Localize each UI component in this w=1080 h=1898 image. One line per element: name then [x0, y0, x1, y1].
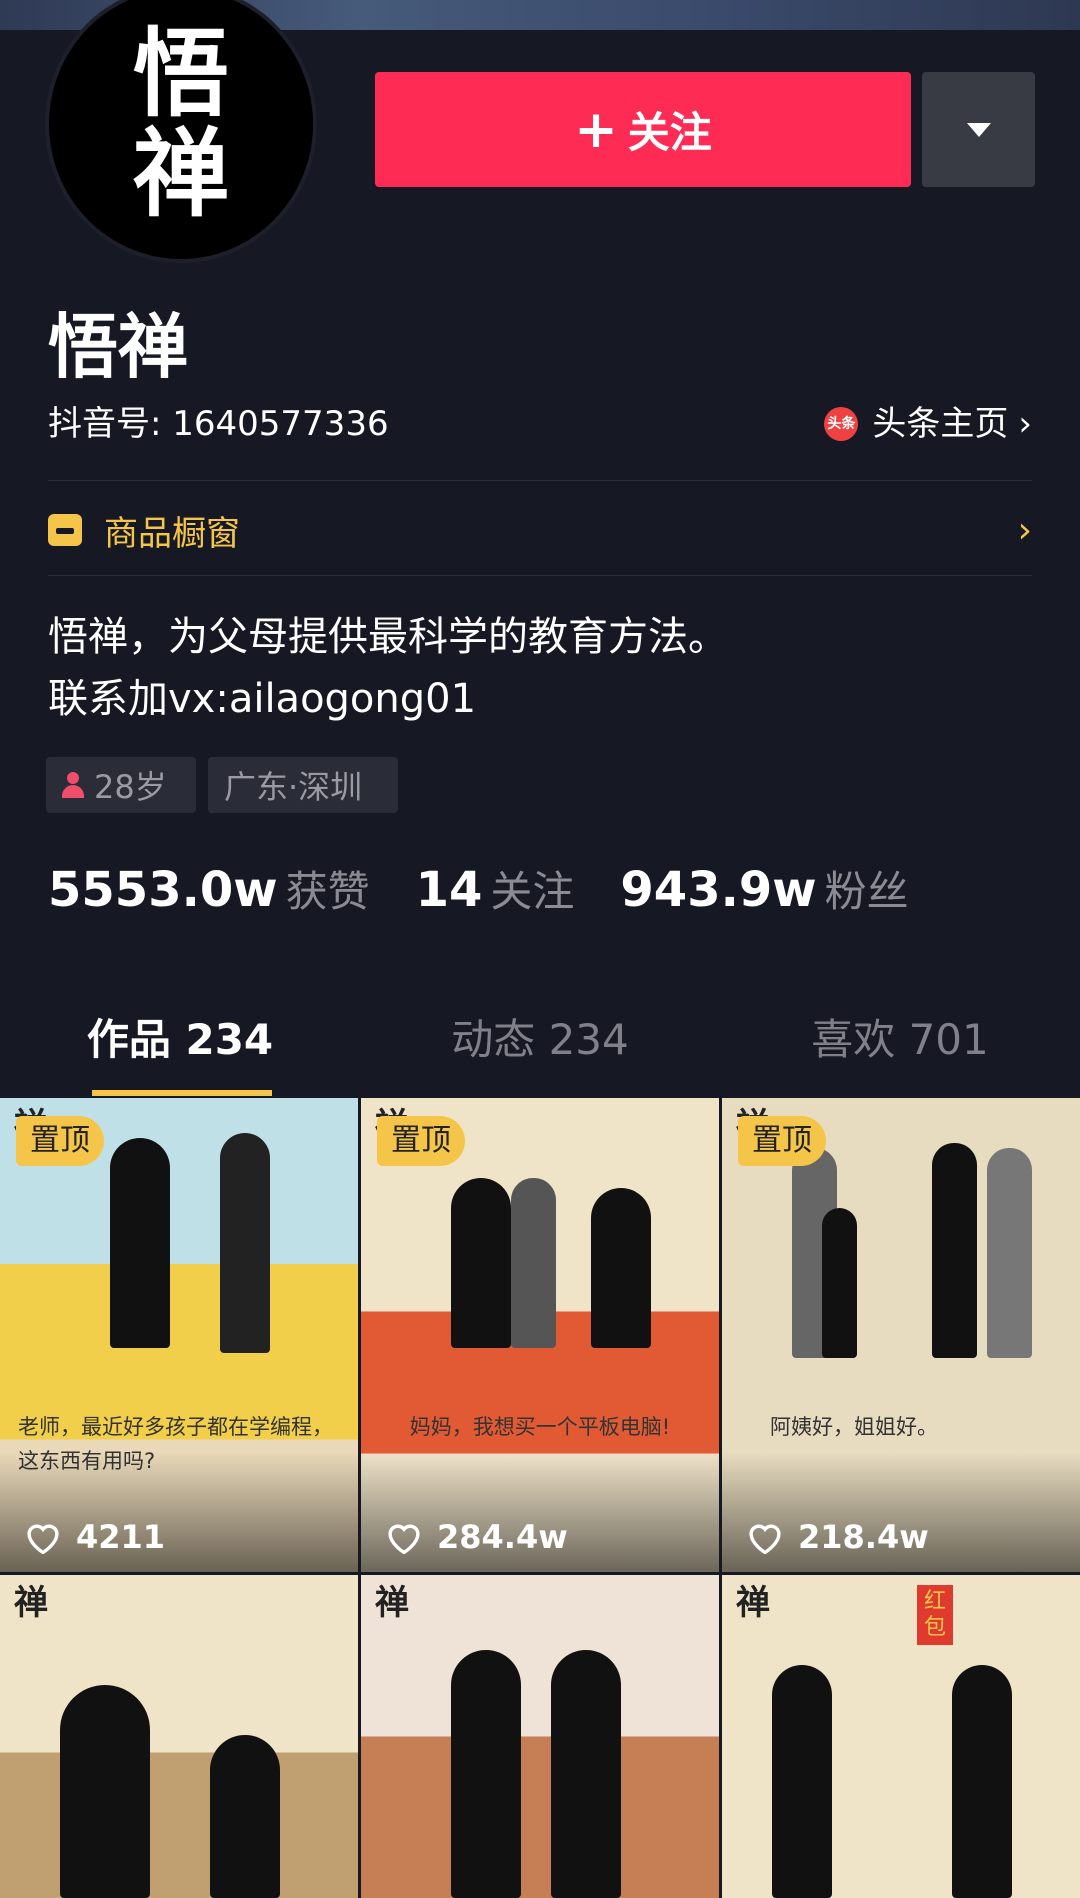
silhouette — [952, 1665, 1012, 1898]
heart-icon — [749, 1524, 781, 1554]
video-caption: 阿姨好，姐姐好。 — [770, 1415, 938, 1439]
following-label[interactable]: 关注 — [490, 858, 574, 919]
video-thumbnail[interactable]: 禅 — [361, 1575, 719, 1898]
stats-row: 5553.0w 获赞 14 关注 943.9w 粉丝 — [48, 858, 955, 919]
silhouette — [220, 1133, 270, 1353]
tab-likes[interactable]: 喜欢 701 — [720, 1010, 1080, 1098]
like-counter: 218.4w — [746, 1518, 929, 1556]
shop-window-row[interactable]: 商品橱窗 › — [48, 505, 1032, 555]
toutiao-icon: 头条 — [824, 407, 859, 441]
silhouette — [511, 1178, 556, 1348]
seal-mark: 禅 — [375, 1583, 409, 1623]
more-options-button[interactable] — [922, 72, 1035, 187]
dropdown-triangle-icon — [966, 122, 991, 137]
active-tab-indicator — [92, 1090, 272, 1096]
video-thumbnail[interactable]: 禅 置顶 老师，最近好多孩子都在学编程，这东西有用吗? 4211 — [0, 1098, 358, 1572]
likes-count[interactable]: 5553.0w — [48, 862, 278, 918]
bio: 悟禅，为父母提供最科学的教育方法。 联系加vx:ailaogong01 — [48, 606, 728, 730]
shop-icon — [48, 514, 82, 546]
thumbnail-background — [0, 1575, 358, 1898]
silhouette — [60, 1685, 150, 1898]
shop-label: 商品橱窗 — [104, 513, 240, 554]
divider — [48, 575, 1032, 576]
heart-icon — [388, 1524, 420, 1554]
chevron-right-icon: › — [1018, 404, 1032, 444]
location-tag: 广东·深圳 — [208, 757, 398, 813]
like-count: 4211 — [76, 1518, 166, 1556]
person-icon — [62, 772, 84, 798]
pinned-badge: 置顶 — [738, 1116, 826, 1166]
profile-name: 悟禅 — [48, 306, 188, 388]
silhouette — [932, 1143, 977, 1358]
divider — [48, 480, 1032, 481]
plus-icon: + — [574, 99, 618, 160]
followers-count[interactable]: 943.9w — [620, 862, 816, 918]
avatar[interactable]: 悟 禅 — [45, 0, 317, 263]
age-tag: 28岁 — [46, 757, 196, 813]
toutiao-homepage-link[interactable]: 头条 头条主页 › — [824, 400, 1032, 448]
video-thumbnail[interactable]: 禅 红包 — [722, 1575, 1080, 1898]
age-label: 28岁 — [94, 768, 167, 806]
tab-activity[interactable]: 动态 234 — [360, 1010, 720, 1098]
following-count[interactable]: 14 — [416, 862, 483, 918]
seal-mark: 禅 — [14, 1583, 48, 1623]
video-thumbnail[interactable]: 禅 置顶 阿姨好，姐姐好。 218.4w — [722, 1098, 1080, 1572]
silhouette — [210, 1735, 280, 1898]
like-count: 218.4w — [798, 1518, 929, 1556]
silhouette — [772, 1665, 832, 1898]
silhouette — [987, 1148, 1032, 1358]
video-thumbnail[interactable]: 禅 置顶 妈妈，我想买一个平板电脑! 284.4w — [361, 1098, 719, 1572]
video-grid: 禅 置顶 老师，最近好多孩子都在学编程，这东西有用吗? 4211 禅 置顶 妈妈… — [0, 1098, 1080, 1898]
likes-label[interactable]: 获赞 — [286, 858, 370, 919]
like-count: 284.4w — [437, 1518, 568, 1556]
toutiao-label: 头条主页 — [872, 404, 1009, 444]
red-envelope-label: 红包 — [917, 1585, 953, 1645]
pinned-badge: 置顶 — [377, 1116, 465, 1166]
follow-label: 关注 — [627, 108, 712, 157]
followers-label[interactable]: 粉丝 — [825, 858, 909, 919]
video-caption: 妈妈，我想买一个平板电脑! — [409, 1415, 671, 1439]
silhouette — [451, 1178, 511, 1348]
follow-button[interactable]: + 关注 — [375, 72, 911, 187]
video-thumbnail[interactable]: 禅 — [0, 1575, 358, 1898]
pinned-badge: 置顶 — [16, 1116, 104, 1166]
bio-line-2: 联系加vx:ailaogong01 — [48, 676, 477, 722]
heart-icon — [27, 1524, 59, 1554]
silhouette — [591, 1188, 651, 1348]
silhouette — [451, 1650, 521, 1898]
like-counter: 284.4w — [385, 1518, 568, 1556]
location-label: 广东·深圳 — [224, 768, 363, 806]
silhouette — [110, 1138, 170, 1348]
tab-works[interactable]: 作品 234 — [0, 1010, 360, 1098]
avatar-char-1: 悟 — [133, 17, 229, 130]
avatar-char-2: 禅 — [133, 117, 229, 230]
thumbnail-background — [361, 1575, 719, 1898]
bio-line-1: 悟禅，为父母提供最科学的教育方法。 — [48, 614, 728, 660]
silhouette — [551, 1650, 621, 1898]
profile-tabs: 作品 234 动态 234 喜欢 701 — [0, 1010, 1080, 1098]
chevron-right-icon: › — [1017, 509, 1032, 551]
douyin-id: 抖音号: 1640577336 — [48, 404, 389, 444]
seal-mark: 禅 — [736, 1583, 770, 1623]
silhouette — [822, 1208, 857, 1358]
like-counter: 4211 — [24, 1518, 165, 1556]
